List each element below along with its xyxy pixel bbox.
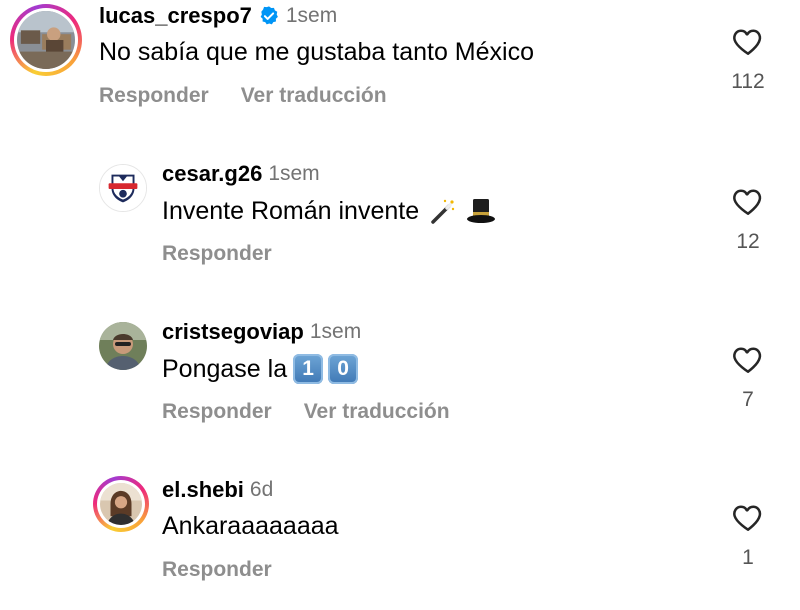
- comment-time: 1sem: [309, 320, 362, 343]
- magic-wand-icon: [427, 196, 457, 226]
- heart-icon[interactable]: [732, 186, 764, 216]
- reply-button[interactable]: Responder: [162, 242, 272, 266]
- like-count: 12: [736, 230, 760, 253]
- comment-time: 6d: [249, 478, 274, 501]
- heart-icon[interactable]: [732, 344, 764, 374]
- keycap-one-icon: 1: [293, 354, 324, 384]
- username[interactable]: lucas_crespo7: [99, 3, 252, 29]
- like-count: 112: [731, 70, 765, 93]
- comment-time: 1sem: [285, 4, 338, 27]
- comment-time: 1sem: [268, 162, 320, 185]
- see-translation-button[interactable]: Ver traducción: [241, 84, 387, 108]
- username[interactable]: el.shebi: [162, 477, 244, 503]
- avatar-photo-woman: [100, 483, 142, 525]
- colo-colo-crest: [100, 165, 146, 211]
- reply-button[interactable]: Responder: [162, 400, 272, 424]
- avatar[interactable]: [10, 4, 82, 76]
- top-hat-icon: [465, 196, 497, 226]
- comment-text-line: Invente Román invente: [162, 196, 497, 226]
- like-count: 1: [742, 546, 754, 569]
- username[interactable]: cristsegoviap: [162, 319, 304, 345]
- see-translation-button[interactable]: Ver traducción: [304, 400, 450, 424]
- like-count: 7: [742, 388, 754, 411]
- avatar-photo-man: [99, 322, 147, 370]
- avatar[interactable]: [99, 322, 147, 370]
- reply-button[interactable]: Responder: [162, 558, 272, 582]
- avatar-photo-rooftop: [17, 11, 75, 69]
- verified-badge-icon: [258, 5, 280, 27]
- comment-text: Ankaraaaaaaaa: [162, 512, 339, 540]
- avatar[interactable]: [93, 476, 149, 532]
- comment-text: No sabía que me gustaba tanto México: [99, 38, 534, 66]
- comment-text: Invente Román invente: [162, 196, 420, 225]
- avatar[interactable]: [99, 164, 147, 212]
- keycap-zero-icon: 0: [328, 354, 359, 384]
- heart-icon[interactable]: [732, 502, 764, 532]
- comment-text-line: Pongase la 1 0: [162, 354, 359, 384]
- reply-button[interactable]: Responder: [99, 84, 209, 108]
- username[interactable]: cesar.g26: [162, 161, 262, 187]
- comment-text: Pongase la: [162, 354, 288, 383]
- heart-icon[interactable]: [732, 26, 764, 56]
